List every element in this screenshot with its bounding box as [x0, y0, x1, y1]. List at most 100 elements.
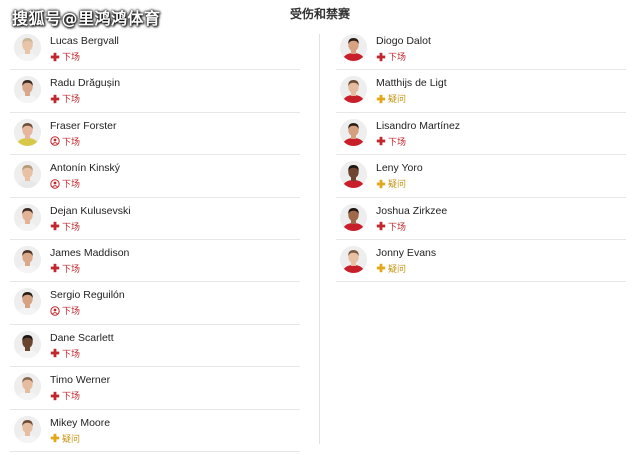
status-label: 疑问	[388, 95, 407, 106]
player-row[interactable]: Dejan Kulusevski 下场	[10, 198, 300, 240]
player-status: 下场	[50, 262, 80, 275]
player-status: 下场	[50, 177, 80, 190]
player-row[interactable]: James Maddison 下场	[10, 240, 300, 283]
player-row[interactable]: Diogo Dalot 下场	[336, 28, 626, 71]
player-status: 下场	[376, 220, 406, 233]
player-avatar	[340, 118, 367, 146]
column-divider	[319, 34, 320, 444]
injury-cross-icon	[50, 94, 60, 104]
page-title: 受伤和禁赛	[289, 7, 350, 21]
injury-cross-icon	[50, 263, 60, 273]
player-status: 下场	[376, 135, 406, 148]
injury-cross-icon	[376, 52, 386, 62]
player-row[interactable]: Lucas Bergvall 下场	[10, 28, 300, 71]
player-status: 下场	[50, 50, 80, 63]
player-status: 疑问	[376, 177, 406, 190]
player-name: Lucas Bergvall	[50, 35, 119, 47]
player-status: 下场	[50, 220, 80, 233]
status-label: 下场	[62, 180, 81, 191]
player-row[interactable]: Fraser Forster 下场	[10, 113, 300, 156]
player-avatar	[14, 76, 41, 104]
player-name: Jonny Evans	[376, 246, 437, 259]
status-label: 下场	[62, 392, 81, 403]
player-name: Antonín Kinský	[50, 162, 121, 175]
player-avatar	[14, 373, 41, 401]
player-name: Joshua Zirkzee	[376, 204, 448, 217]
player-avatar	[14, 118, 41, 146]
player-status: 下场	[50, 304, 80, 317]
player-name: Mikey Moore	[50, 416, 111, 429]
player-status: 下场	[50, 135, 80, 148]
injuries-panel: 搜狐号@里鸿鸿体育 受伤和禁赛 Lucas Bergvall 下场 Radu Dră…	[0, 0, 640, 455]
doubt-cross-icon	[376, 179, 386, 189]
player-name: Matthijs de Ligt	[376, 77, 447, 90]
player-row[interactable]: Lisandro Martínez 下场	[336, 113, 626, 156]
status-label: 下场	[62, 53, 81, 63]
status-label: 下场	[62, 307, 81, 318]
player-name: Lisandro Martínez	[376, 119, 461, 132]
status-label: 下场	[388, 53, 407, 63]
player-status: 疑问	[376, 262, 406, 275]
away-team-list: Diogo Dalot 下场 Matthijs de Ligt 疑问 Lisandro …	[336, 28, 626, 283]
doubt-cross-icon	[376, 263, 386, 273]
status-label: 下场	[62, 264, 81, 275]
status-label: 疑问	[388, 180, 407, 191]
player-avatar	[14, 415, 41, 443]
player-avatar	[340, 203, 367, 231]
player-name: Sergio Reguilón	[50, 289, 125, 302]
status-label: 下场	[62, 137, 81, 148]
injury-cross-icon	[50, 391, 60, 401]
player-avatar	[14, 161, 41, 189]
player-avatar	[14, 330, 41, 358]
status-label: 疑问	[62, 434, 81, 445]
player-name: Diogo Dalot	[376, 35, 431, 47]
player-name: Timo Werner	[50, 374, 111, 387]
player-avatar	[340, 76, 367, 104]
player-avatar	[340, 245, 367, 273]
player-name: Leny Yoro	[376, 162, 423, 175]
injury-cross-icon	[50, 221, 60, 231]
player-avatar	[340, 161, 367, 189]
injury-cross-icon	[50, 52, 60, 62]
player-row[interactable]: Leny Yoro 疑问	[336, 155, 626, 198]
doubt-cross-icon	[50, 433, 60, 443]
player-row[interactable]: Jonny Evans 疑问	[336, 240, 626, 283]
player-status: 下场	[50, 389, 80, 402]
status-label: 下场	[62, 95, 81, 106]
player-row[interactable]: Joshua Zirkzee 下场	[336, 198, 626, 241]
player-status: 下场	[376, 50, 406, 63]
suspension-icon	[50, 306, 60, 316]
player-status: 疑问	[50, 432, 80, 445]
player-avatar	[340, 34, 367, 61]
player-avatar	[14, 288, 41, 316]
injury-cross-icon	[376, 136, 386, 146]
injury-cross-icon	[376, 221, 386, 231]
player-avatar	[14, 203, 41, 231]
player-status: 下场	[50, 347, 80, 360]
player-avatar	[14, 34, 41, 61]
player-row[interactable]: Radu Drăgușin 下场	[10, 70, 300, 113]
player-row[interactable]: Antonín Kinský 下场	[10, 155, 300, 198]
player-name: Dejan Kulusevski	[50, 204, 131, 217]
player-avatar	[14, 245, 41, 273]
status-label: 疑问	[388, 264, 407, 275]
status-label: 下场	[388, 137, 407, 148]
injury-cross-icon	[50, 348, 60, 358]
player-row[interactable]: Timo Werner 下场	[10, 367, 300, 410]
suspension-icon	[50, 136, 60, 146]
player-name: Fraser Forster	[50, 119, 117, 132]
player-row[interactable]: Mikey Moore 疑问	[10, 410, 300, 452]
player-name: Radu Drăgușin	[50, 77, 121, 90]
doubt-cross-icon	[376, 94, 386, 104]
status-label: 下场	[62, 349, 81, 360]
status-label: 下场	[62, 222, 81, 233]
player-row[interactable]: Matthijs de Ligt 疑问	[336, 70, 626, 114]
player-status: 下场	[50, 92, 80, 105]
player-name: Dane Scarlett	[50, 331, 114, 344]
player-row[interactable]: Sergio Reguilón 下场	[10, 282, 300, 325]
player-status: 疑问	[376, 92, 406, 105]
suspension-icon	[50, 178, 60, 189]
player-name: James Maddison	[50, 246, 130, 259]
status-label: 下场	[388, 222, 407, 233]
player-row[interactable]: Dane Scarlett 下场	[10, 325, 300, 368]
